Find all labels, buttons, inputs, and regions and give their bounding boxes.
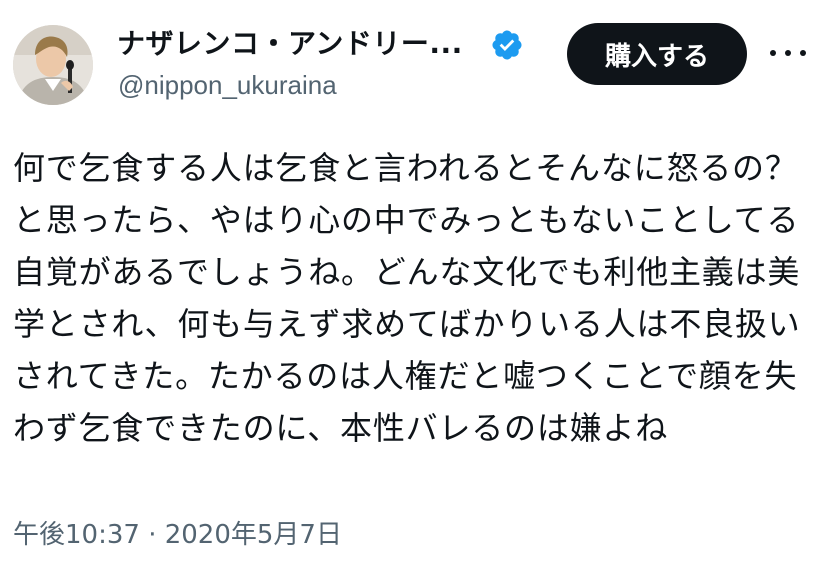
avatar[interactable]	[13, 25, 93, 105]
buy-button[interactable]: 購入する	[567, 23, 747, 85]
more-options-button[interactable]	[770, 38, 806, 68]
author-handle[interactable]: @nippon_ukuraina	[118, 68, 337, 102]
author-display-name[interactable]: ナザレンコ・アンドリー...	[117, 24, 463, 64]
more-dots-icon	[800, 50, 806, 56]
tweet-timestamp[interactable]: 午後10:37 · 2020年5月7日	[13, 515, 342, 555]
more-dots-icon	[770, 50, 776, 56]
tweet-card: ナザレンコ・アンドリー... @nippon_ukuraina 購入する 何で乞…	[0, 0, 820, 570]
verified-badge-icon	[492, 30, 522, 60]
tweet-text: 何で乞食する人は乞食と言われるとそんなに怒るの？と思ったら、やはり心の中でみっと…	[13, 149, 801, 447]
more-dots-icon	[785, 50, 791, 56]
avatar-photo	[13, 25, 93, 105]
